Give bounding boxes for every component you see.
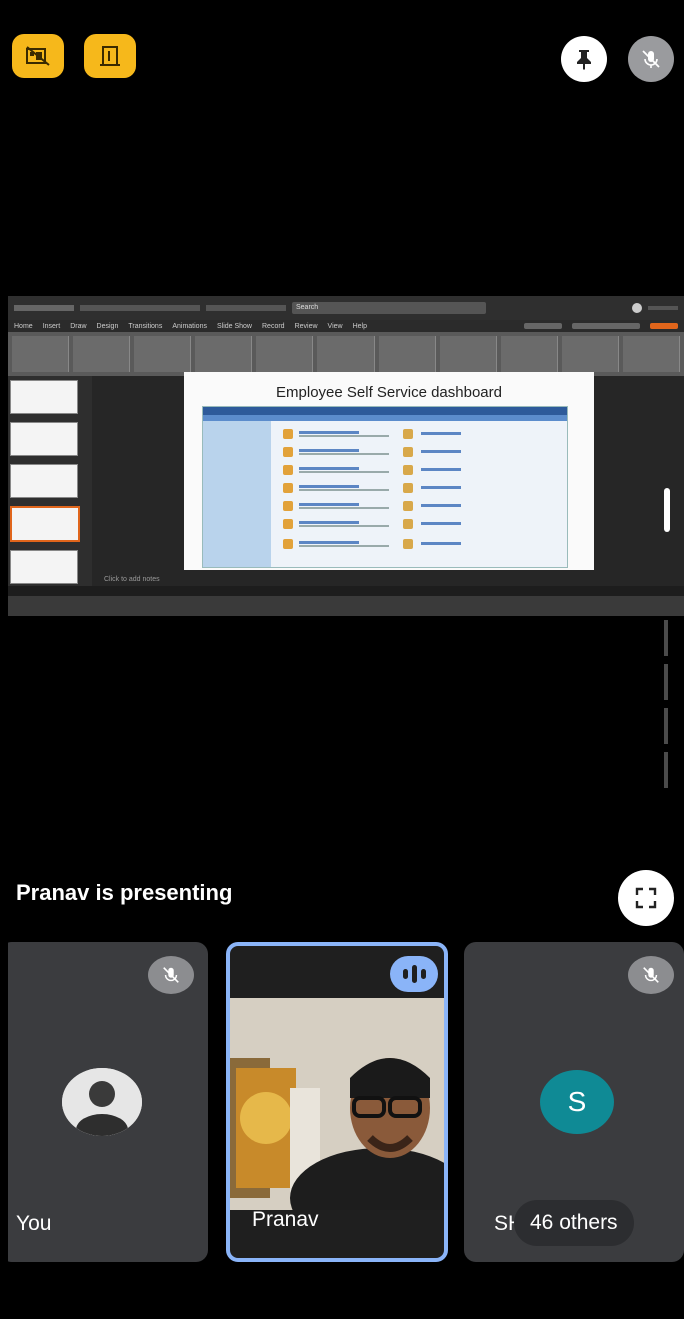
no-camera-icon	[26, 46, 50, 66]
pin-button[interactable]	[561, 36, 607, 82]
ribbon-menu: Home Insert Draw Design Transitions Anim…	[8, 320, 684, 332]
menu-item: Transitions	[128, 322, 163, 330]
pin-icon	[577, 50, 591, 70]
others-count-button[interactable]: 46 others	[514, 1200, 634, 1246]
mic-status	[148, 956, 194, 994]
door-exit-icon	[100, 46, 120, 66]
avatar	[62, 1068, 142, 1136]
menu-item: Review	[294, 322, 318, 330]
current-slide: Employee Self Service dashboard	[184, 372, 594, 570]
status-bar	[8, 586, 684, 596]
shared-screen: Search Home Insert Draw Design Transitio…	[8, 296, 684, 616]
camera-feed-icon	[230, 998, 444, 1210]
leave-button[interactable]	[84, 34, 136, 78]
app-titlebar: Search	[8, 296, 684, 320]
mic-off-icon	[163, 967, 179, 983]
slide-scrollbar[interactable]	[664, 488, 670, 532]
menu-item: Design	[96, 322, 119, 330]
fullscreen-button[interactable]	[618, 870, 674, 926]
menu-item: Insert	[42, 322, 61, 330]
participant-tile-you[interactable]: You	[8, 942, 208, 1262]
presenting-label: Pranav is presenting	[16, 880, 233, 905]
app-search-box: Search	[292, 302, 486, 314]
mic-off-icon	[642, 50, 660, 68]
scroll-track	[664, 620, 668, 816]
ribbon-toolbar	[8, 332, 684, 376]
menu-item: Record	[262, 322, 285, 330]
participant-video	[230, 998, 444, 1210]
camera-off-button[interactable]	[12, 34, 64, 78]
speaking-indicator	[390, 956, 438, 992]
avatar: S	[540, 1070, 614, 1134]
menu-item: Animations	[172, 322, 207, 330]
mic-status	[628, 956, 674, 994]
mic-off-icon	[643, 967, 659, 983]
menu-item: Draw	[70, 322, 87, 330]
slide-thumbnails	[8, 376, 92, 596]
participant-tile-pranav[interactable]: Pranav	[226, 942, 448, 1262]
notes-placeholder: Click to add notes	[104, 576, 160, 583]
dashboard-screenshot	[202, 406, 568, 568]
participant-name: You	[16, 1212, 52, 1235]
participant-name: Pranav	[252, 1208, 319, 1231]
menu-item: Help	[352, 322, 367, 330]
slide-workspace: Employee Self Service dashboard Click to…	[8, 372, 684, 596]
slide-title: Employee Self Service dashboard	[276, 384, 502, 401]
menu-item: Slide Show	[216, 322, 252, 330]
person-photo-icon	[62, 1068, 142, 1136]
menu-item: View	[327, 322, 343, 330]
fullscreen-icon	[635, 887, 657, 909]
meeting-screen: Search Home Insert Draw Design Transitio…	[8, 8, 684, 1319]
mic-status	[628, 36, 674, 82]
menu-item: Home	[14, 322, 33, 330]
